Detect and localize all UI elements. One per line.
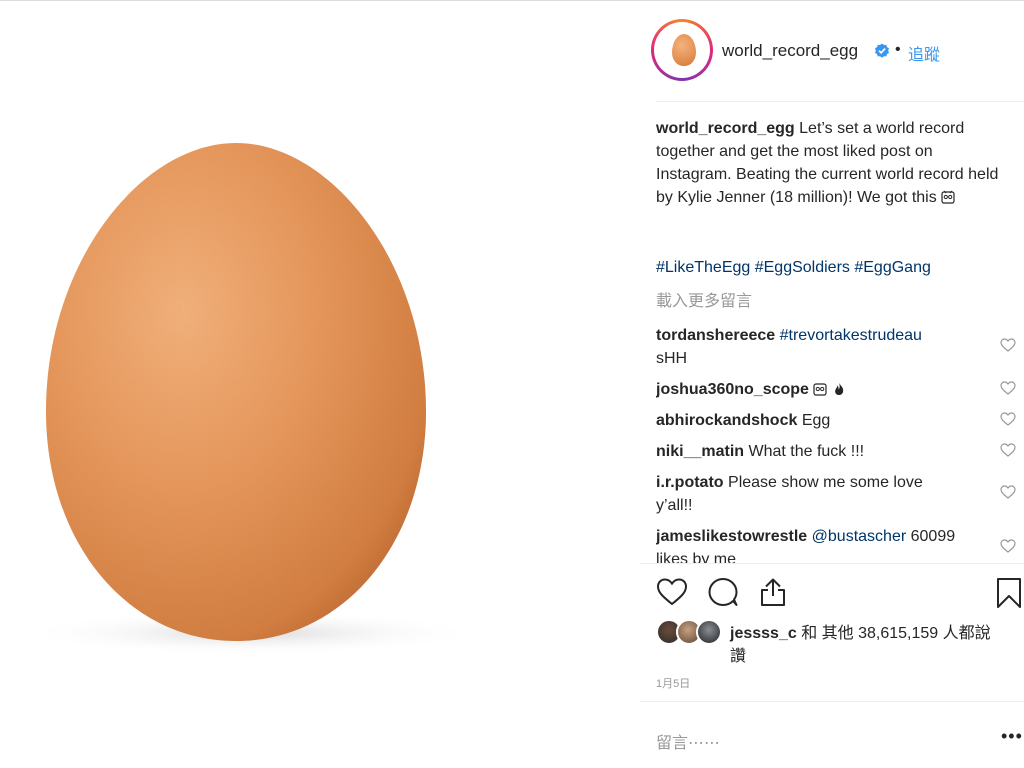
heart-icon[interactable] xyxy=(1000,412,1016,426)
comment-item: i.r.potato Please show me some love y’al… xyxy=(656,471,1016,517)
more-options-button[interactable]: ••• xyxy=(1001,726,1023,747)
add-comment-bar: 留言⋯⋯ ••• xyxy=(640,701,1024,768)
egg-avatar-icon xyxy=(672,34,696,66)
likes-summary: jessss_c 和 其他 38,615,159 人都說讚 xyxy=(656,619,1016,669)
post-header: world_record_egg • 追蹤 xyxy=(640,1,1024,102)
emoji-icon xyxy=(941,190,955,204)
post-photo[interactable] xyxy=(0,1,640,768)
comment-username[interactable]: jameslikestowrestle xyxy=(656,528,807,545)
fire-icon xyxy=(835,383,844,395)
verified-badge-icon xyxy=(875,43,889,58)
comment-item: joshua360no_scope xyxy=(656,378,1016,401)
post-caption: world_record_egg Let’s set a world recor… xyxy=(656,117,1010,209)
comment-icon[interactable] xyxy=(707,577,739,607)
post-date[interactable]: 1月5日 xyxy=(656,675,690,691)
post-actions-bar xyxy=(640,563,1024,623)
comment-username[interactable]: niki__matin xyxy=(656,443,744,460)
heart-icon[interactable] xyxy=(1000,539,1016,553)
follow-button[interactable]: 追蹤 xyxy=(908,41,940,65)
likes-count[interactable]: jessss_c 和 其他 38,615,159 人都說讚 xyxy=(730,622,1000,668)
comment-item: tordanshereece #trevortakestrudeau sHH xyxy=(656,324,1016,370)
comment-hashtag[interactable]: #trevortakestrudeau xyxy=(780,327,922,344)
heart-icon[interactable] xyxy=(1000,381,1016,395)
comment-text: What the fuck !!! xyxy=(748,443,865,460)
comment-username[interactable]: tordanshereece xyxy=(656,327,775,344)
bookmark-icon[interactable] xyxy=(996,577,1022,609)
load-more-comments[interactable]: 載入更多留言 xyxy=(656,290,752,313)
comments-scroll-area[interactable]: world_record_egg Let’s set a world recor… xyxy=(656,117,1016,563)
avatar[interactable] xyxy=(651,19,713,81)
comment-text: Egg xyxy=(801,412,831,429)
heart-icon[interactable] xyxy=(1000,338,1016,352)
post-username[interactable]: world_record_egg xyxy=(722,41,858,61)
comment-username[interactable]: joshua360no_scope xyxy=(656,381,809,398)
comment-item: abhirockandshock Egg xyxy=(656,409,1016,432)
emoji-icon xyxy=(813,383,828,396)
share-icon[interactable] xyxy=(758,577,788,607)
comment-input[interactable]: 留言⋯⋯ xyxy=(656,729,720,753)
comment-text: sHH xyxy=(656,350,688,367)
post-hashtags[interactable]: #LikeTheEgg #EggSoldiers #EggGang xyxy=(656,256,931,279)
comment-item: jameslikestowrestle @bustascher 60099 li… xyxy=(656,525,1016,563)
heart-icon[interactable] xyxy=(1000,443,1016,457)
header-divider xyxy=(656,101,1024,102)
heart-icon[interactable] xyxy=(656,577,688,607)
egg-image xyxy=(20,143,480,655)
comment-mention[interactable]: @bustascher xyxy=(812,528,907,545)
liker-avatar[interactable] xyxy=(696,619,722,645)
caption-username[interactable]: world_record_egg xyxy=(656,120,795,137)
comment-item: niki__matin What the fuck !!! xyxy=(656,440,1016,463)
heart-icon[interactable] xyxy=(1000,485,1016,499)
comment-username[interactable]: i.r.potato xyxy=(656,474,724,491)
liker-username[interactable]: jessss_c xyxy=(730,625,797,642)
comment-username[interactable]: abhirockandshock xyxy=(656,412,797,429)
separator-dot: • xyxy=(895,41,901,58)
post-side-panel: world_record_egg • 追蹤 world_record_egg L… xyxy=(640,1,1024,768)
